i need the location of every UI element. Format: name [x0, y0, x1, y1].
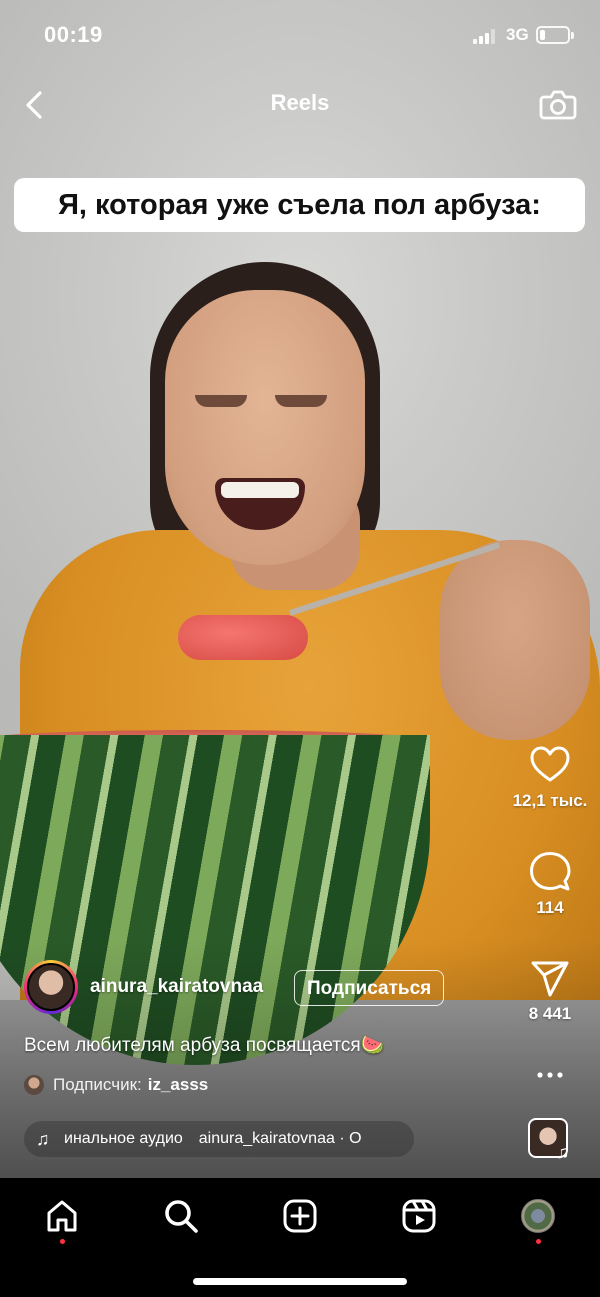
network-type: 3G: [506, 25, 529, 44]
tab-reels[interactable]: [397, 1194, 441, 1238]
page-title: Reels: [270, 90, 330, 115]
comment-button[interactable]: 114: [500, 850, 600, 918]
video-subject-eye: [195, 395, 247, 407]
profile-avatar: [521, 1199, 555, 1233]
comment-count: 114: [536, 898, 564, 917]
video-overlay-caption: Я, которая уже съела пол арбуза:: [14, 178, 585, 232]
more-icon[interactable]: [535, 1060, 565, 1090]
notification-dot: [536, 1239, 541, 1244]
tab-search[interactable]: [159, 1194, 203, 1238]
home-icon: [47, 1200, 77, 1232]
status-bar: 00:19 3G: [0, 0, 600, 70]
music-note-icon: ♫: [556, 1142, 570, 1162]
comment-icon[interactable]: [529, 850, 571, 892]
music-note-icon: ♫: [36, 1128, 50, 1149]
follow-button[interactable]: Подписаться: [294, 970, 445, 1006]
audio-label: инальное аудио ainura_kairatovnaa · О: [64, 1130, 362, 1147]
reels-header: Reels: [0, 80, 600, 130]
audio-pill[interactable]: ♫ инальное аудио ainura_kairatovnaa · О: [24, 1121, 414, 1157]
new-post-icon: [283, 1199, 317, 1233]
video-subject-eye: [275, 395, 327, 407]
tab-home[interactable]: [40, 1194, 84, 1244]
home-indicator[interactable]: [193, 1278, 407, 1285]
notification-dot: [60, 1239, 65, 1244]
tab-profile[interactable]: [516, 1194, 560, 1244]
video-subject-hand: [440, 540, 590, 740]
follower-row[interactable]: Подписчик: iz_asss: [24, 1075, 208, 1095]
more-options-button[interactable]: [500, 1060, 600, 1090]
status-time: 00:19: [44, 22, 103, 47]
tab-new-post[interactable]: [278, 1194, 322, 1238]
share-count: 8 441: [528, 1004, 572, 1023]
like-button[interactable]: 12,1 тыс.: [500, 745, 600, 811]
battery-icon: [536, 26, 574, 44]
reels-icon: [402, 1199, 436, 1233]
signal-strength-icon: [473, 28, 499, 44]
heart-icon[interactable]: [529, 745, 571, 785]
author-row: ainura_kairatovnaa Подписаться: [24, 960, 484, 1016]
author-avatar[interactable]: [24, 960, 78, 1014]
follower-label: Подписчик:: [53, 1075, 142, 1094]
battery-level: [540, 30, 545, 40]
paper-plane-icon[interactable]: [530, 960, 570, 998]
reel-description[interactable]: Всем любителям арбуза посвящается🍉: [24, 1033, 384, 1057]
search-icon: [165, 1200, 198, 1233]
follower-name[interactable]: iz_asss: [148, 1075, 209, 1095]
like-count: 12,1 тыс.: [512, 791, 588, 810]
author-username[interactable]: ainura_kairatovnaa: [90, 976, 263, 998]
camera-icon[interactable]: [538, 84, 578, 124]
share-button[interactable]: 8 441: [500, 960, 600, 1024]
reels-screen: 00:19 3G Reels Я, которая уже съела пол …: [0, 0, 600, 1297]
follower-avatar: [24, 1075, 44, 1095]
spoon-with-watermelon: [178, 615, 308, 660]
